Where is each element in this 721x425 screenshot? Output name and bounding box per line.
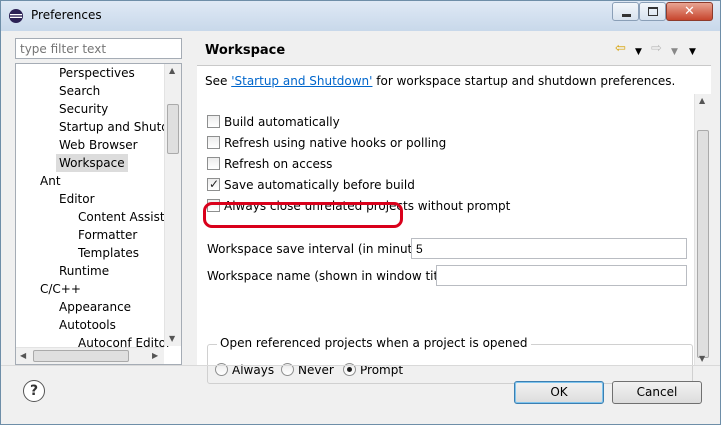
checkbox-icon[interactable] xyxy=(207,136,220,149)
tree-item[interactable]: Ant xyxy=(40,172,61,190)
tree-hscroll-thumb[interactable] xyxy=(33,350,129,362)
cancel-button[interactable]: Cancel xyxy=(612,381,702,404)
checkbox-icon[interactable] xyxy=(207,157,220,170)
window-title: Preferences xyxy=(31,8,102,22)
page-content: See 'Startup and Shutdown' for workspace… xyxy=(197,65,711,384)
page-scroll-up-icon[interactable]: ▲ xyxy=(699,96,705,105)
checkbox-icon[interactable] xyxy=(207,115,220,128)
back-menu-chevron-icon[interactable]: ▼ xyxy=(635,44,642,60)
minimize-icon xyxy=(622,14,631,17)
tree-vertical-scrollbar[interactable]: ▲ ▼ xyxy=(164,64,181,346)
scroll-left-icon[interactable]: ◀ xyxy=(20,351,26,360)
page-scroll-thumb[interactable] xyxy=(697,130,709,358)
highlight-annotation xyxy=(203,202,403,228)
tree-item[interactable]: Autotools xyxy=(59,316,116,334)
page-header: Workspace ⇦ ▼ ⇨ ▼ ▼ xyxy=(195,35,713,65)
filter-input[interactable] xyxy=(15,38,182,59)
help-icon[interactable]: ? xyxy=(23,380,45,402)
option-checkbox-row[interactable]: Refresh using native hooks or polling xyxy=(207,135,446,153)
page-title: Workspace xyxy=(205,43,286,58)
forward-menu-chevron-icon[interactable]: ▼ xyxy=(671,44,678,60)
tree-item[interactable]: Web Browser xyxy=(59,136,138,154)
option-checkbox-row[interactable]: Save automatically before build xyxy=(207,176,415,195)
option-label: Save automatically before build xyxy=(224,178,415,192)
page-scroll-down-icon[interactable]: ▼ xyxy=(699,354,705,363)
page-vertical-scrollbar[interactable]: ▲ ▼ xyxy=(694,94,711,366)
checkbox-checked-icon[interactable] xyxy=(207,176,220,192)
maximize-button[interactable] xyxy=(639,2,666,21)
desc-prefix: See xyxy=(205,74,232,88)
option-checkbox-row[interactable]: Build automatically xyxy=(207,114,340,132)
page-description: See 'Startup and Shutdown' for workspace… xyxy=(205,74,675,88)
preferences-window: Preferences ✕ PerspectivesSearchSecurity… xyxy=(0,0,721,425)
tree-item[interactable]: Formatter xyxy=(78,226,137,244)
tree-item[interactable]: Editor xyxy=(59,190,95,208)
option-label: Refresh on access xyxy=(224,157,333,171)
button-bar-separator xyxy=(1,365,720,366)
scroll-down-icon[interactable]: ▼ xyxy=(169,334,175,343)
tree-scroll-thumb[interactable] xyxy=(167,104,179,154)
maximize-icon xyxy=(648,7,658,16)
tree-item[interactable]: Workspace xyxy=(56,154,128,172)
tree-item[interactable]: Appearance xyxy=(59,298,131,316)
save-interval-input[interactable] xyxy=(411,238,687,259)
preference-tree[interactable]: Perspectives Search Security Startup and Sh… xyxy=(15,63,182,365)
scroll-up-icon[interactable]: ▲ xyxy=(169,66,175,75)
desc-suffix: for workspace startup and shutdown prefe… xyxy=(372,74,676,88)
tree-item[interactable]: Perspectives xyxy=(59,64,135,82)
tree-item[interactable]: Runtime xyxy=(59,262,109,280)
workspace-page: Workspace ⇦ ▼ ⇨ ▼ ▼ See 'Startup and Shu… xyxy=(195,35,713,384)
eclipse-app-icon xyxy=(9,9,23,23)
back-arrow-icon[interactable]: ⇦ xyxy=(615,41,626,57)
tree-item[interactable]: Search xyxy=(59,82,100,100)
tree-item[interactable]: C/C++ xyxy=(40,280,81,298)
tree-item[interactable]: Security xyxy=(59,100,108,118)
ok-button[interactable]: OK xyxy=(514,381,604,404)
workspace-name-label: Workspace name (shown in window title): xyxy=(207,269,458,283)
minimize-button[interactable] xyxy=(612,2,639,21)
open-projects-group xyxy=(207,344,693,384)
scroll-right-icon[interactable]: ▶ xyxy=(152,351,158,360)
startup-shutdown-link[interactable]: 'Startup and Shutdown' xyxy=(231,74,372,88)
tree-horizontal-scrollbar[interactable]: ◀ ▶ xyxy=(16,347,164,364)
option-label: Refresh using native hooks or polling xyxy=(224,136,447,150)
save-interval-label: Workspace save interval (in minutes): xyxy=(207,242,435,256)
open-projects-group-label: Open referenced projects when a project … xyxy=(217,336,531,350)
option-checkbox-row[interactable]: Refresh on access xyxy=(207,156,332,174)
close-icon: ✕ xyxy=(684,4,695,19)
view-menu-chevron-icon[interactable]: ▼ xyxy=(689,44,696,60)
close-button[interactable]: ✕ xyxy=(666,2,713,21)
forward-arrow-icon[interactable]: ⇨ xyxy=(651,41,662,57)
workspace-name-input[interactable] xyxy=(436,265,687,286)
title-bar[interactable]: Preferences ✕ xyxy=(1,1,720,31)
tree-item[interactable]: Content Assist xyxy=(78,208,165,226)
tree-item[interactable]: Templates xyxy=(78,244,139,262)
option-label: Build automatically xyxy=(224,115,340,129)
